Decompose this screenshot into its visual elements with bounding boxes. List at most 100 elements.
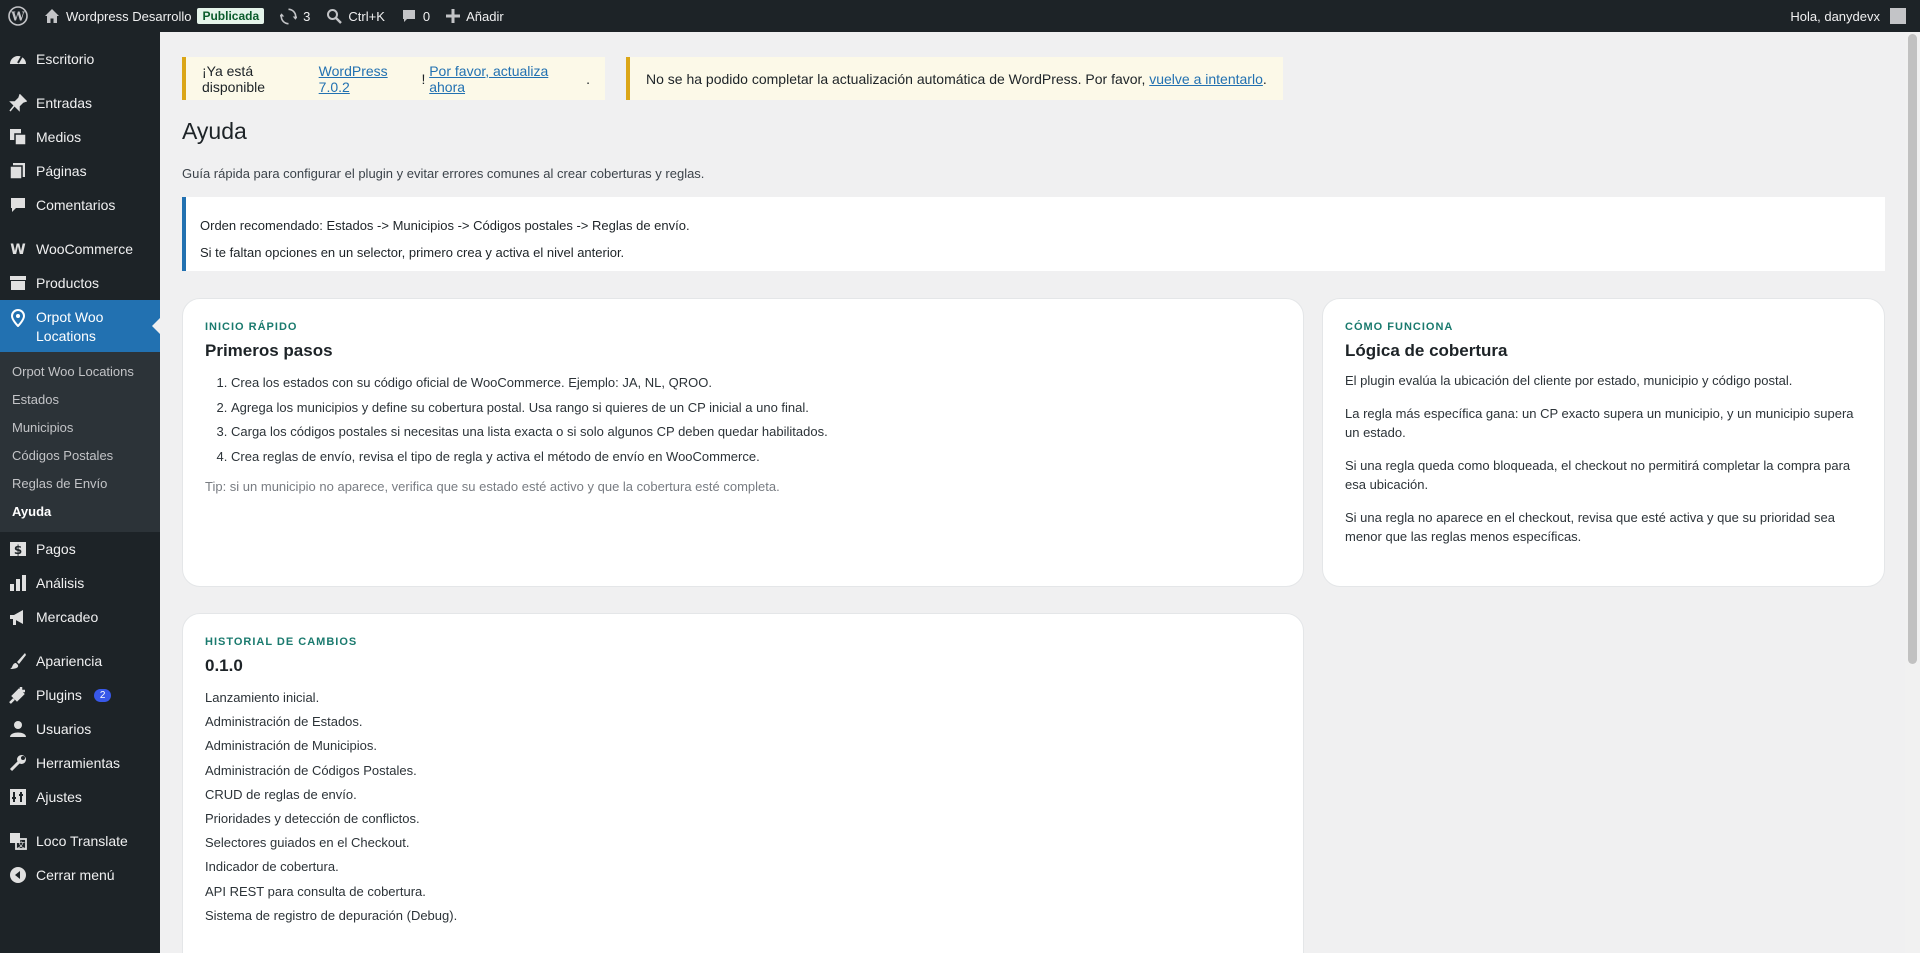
page-scrollbar[interactable] (1905, 32, 1920, 953)
brush-icon (8, 651, 28, 671)
menu-woocommerce[interactable]: W WooCommerce (0, 232, 160, 266)
search-icon (327, 9, 343, 24)
card-title: Lógica de cobertura (1345, 341, 1508, 360)
retry-link[interactable]: vuelve a intentarlo (1149, 71, 1263, 87)
collapse-menu-button[interactable]: Cerrar menú (0, 858, 160, 892)
menu-label: WooCommerce (36, 241, 133, 257)
card-title: 0.1.0 (205, 656, 243, 675)
media-icon (8, 127, 28, 147)
submenu-item-reglas-envio[interactable]: Reglas de Envío (0, 470, 160, 498)
greeting: Hola, danydevx (1790, 8, 1880, 24)
recommended-order-callout: Orden recomendado: Estados -> Municipios… (182, 197, 1885, 271)
menu-apariencia[interactable]: Apariencia (0, 644, 160, 678)
dashboard-icon (8, 49, 28, 69)
card-paragraph: Si una regla queda como bloqueada, el ch… (1345, 458, 1851, 492)
menu-productos[interactable]: Productos (0, 266, 160, 300)
quickstart-card: INICIO RÁPIDO Primeros pasos Crea los es… (182, 298, 1304, 587)
submenu-item-orpot[interactable]: Orpot Woo Locations (0, 358, 160, 386)
menu-pagos[interactable]: $ Pagos (0, 532, 160, 566)
submenu-item-ayuda[interactable]: Ayuda (0, 498, 160, 526)
site-name-link[interactable]: Wordpress Desarrollo Publicada (36, 0, 272, 32)
home-icon (45, 9, 59, 23)
svg-text:W: W (10, 10, 25, 24)
location-pin-icon (8, 308, 28, 328)
notice-text: No se ha podido completar la actualizaci… (646, 70, 1150, 87)
changelog-entry: Administración de Códigos Postales. (205, 762, 417, 778)
menu-label: Orpot Woo Locations (36, 309, 104, 344)
changelog-entry: Administración de Estados. (205, 714, 363, 730)
search-shortcut: Ctrl+K (348, 8, 385, 24)
step-item: Crea los estados con su código oficial d… (231, 371, 1281, 396)
admin-bar: W Wordpress Desarrollo Publicada 3 Ctrl+… (0, 0, 1920, 32)
menu-label: Ajustes (36, 789, 82, 805)
main-content: ¡Ya está disponible WordPress 7.0.2 ! Po… (160, 32, 1900, 953)
archive-icon (8, 273, 28, 293)
step-item: Crea reglas de envío, revisa el tipo de … (231, 445, 1281, 470)
callout-line: Si te faltan opciones en un selector, pr… (200, 245, 625, 260)
add-new-button[interactable]: Añadir (438, 0, 512, 32)
svg-text:W: W (10, 242, 25, 256)
wrench-icon (8, 753, 28, 773)
wordpress-version-link[interactable]: WordPress 7.0.2 (319, 63, 422, 95)
menu-medios[interactable]: Medios (0, 120, 160, 154)
menu-label: Entradas (36, 95, 93, 111)
card-eyebrow: HISTORIAL DE CAMBIOS (205, 636, 358, 648)
changelog-card: HISTORIAL DE CAMBIOS 0.1.0 Lanzamiento i… (182, 613, 1304, 953)
notice-text: ¡Ya está disponible (202, 62, 266, 95)
pages-icon (8, 161, 28, 181)
page-title: Ayuda (182, 118, 247, 144)
account-menu[interactable]: Hola, danydevx (1782, 0, 1920, 32)
comments-count: 0 (422, 8, 431, 24)
menu-plugins[interactable]: Plugins 2 (0, 678, 160, 712)
menu-loco-translate[interactable]: 文 Loco Translate (0, 824, 160, 858)
changelog-entry: Administración de Municipios. (205, 738, 377, 754)
changelog-entry: CRUD de reglas de envío. (205, 786, 357, 802)
card-eyebrow: INICIO RÁPIDO (205, 321, 298, 333)
menu-ajustes[interactable]: Ajustes (0, 780, 160, 814)
auto-update-failed-notice: No se ha podido completar la actualizaci… (626, 57, 1283, 100)
step-item: Carga los códigos postales si necesitas … (231, 420, 1281, 445)
menu-label: Comentarios (36, 197, 116, 213)
menu-escritorio[interactable]: Escritorio (0, 42, 160, 76)
steps-list: Crea los estados con su código oficial d… (205, 371, 1281, 469)
menu-mercadeo[interactable]: Mercadeo (0, 600, 160, 634)
menu-label: Análisis (36, 575, 85, 591)
avatar (1890, 8, 1906, 24)
card-eyebrow: CÓMO FUNCIONA (1345, 321, 1454, 333)
changelog-entry: API REST para consulta de cobertura. (205, 883, 426, 899)
wordpress-logo-icon[interactable]: W (0, 0, 36, 32)
notice-text: . (586, 70, 590, 87)
translate-icon: 文 (8, 831, 28, 851)
menu-orpot-woo-locations[interactable]: Orpot Woo Locations (0, 300, 160, 352)
changelog-entry: Selectores guiados en el Checkout. (205, 835, 410, 851)
menu-analisis[interactable]: Análisis (0, 566, 160, 600)
menu-paginas[interactable]: Páginas (0, 154, 160, 188)
add-new-label: Añadir (466, 8, 504, 24)
callout-line: Orden recomendado: Estados -> Municipios… (200, 218, 690, 233)
status-badge: Publicada (197, 8, 265, 24)
command-palette-button[interactable]: Ctrl+K (318, 0, 392, 32)
update-now-link[interactable]: Por favor, actualiza ahora (429, 63, 586, 95)
menu-label: Herramientas (36, 755, 121, 771)
how-it-works-card: CÓMO FUNCIONA Lógica de cobertura El plu… (1322, 298, 1885, 587)
submenu-item-codigos-postales[interactable]: Códigos Postales (0, 442, 160, 470)
svg-text:文: 文 (17, 840, 25, 850)
menu-label: Medios (36, 129, 82, 145)
changelog-entry: Lanzamiento inicial. (205, 690, 320, 705)
menu-comentarios[interactable]: Comentarios (0, 188, 160, 222)
submenu-item-estados[interactable]: Estados (0, 386, 160, 414)
menu-label: Productos (36, 275, 100, 291)
tip-text: Tip: si un municipio no aparece, verific… (205, 479, 780, 494)
submenu-item-municipios[interactable]: Municipios (0, 414, 160, 442)
plugins-update-badge: 2 (93, 688, 112, 702)
plus-icon (446, 9, 461, 23)
updates-link[interactable]: 3 (272, 0, 318, 32)
menu-entradas[interactable]: Entradas (0, 86, 160, 120)
submenu: Orpot Woo Locations Estados Municipios C… (0, 352, 160, 532)
menu-herramientas[interactable]: Herramientas (0, 746, 160, 780)
comments-link[interactable]: 0 (393, 0, 438, 32)
menu-usuarios[interactable]: Usuarios (0, 712, 160, 746)
notice-text: . (1262, 70, 1267, 87)
page-intro: Guía rápida para configurar el plugin y … (182, 166, 705, 181)
scrollbar-thumb[interactable] (1908, 34, 1917, 664)
